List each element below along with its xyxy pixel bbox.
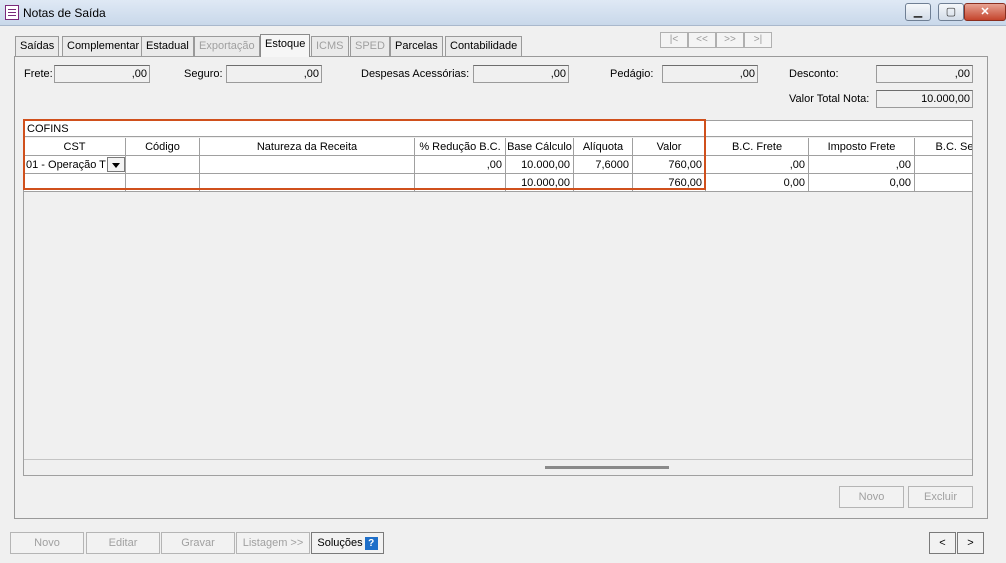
novo-button[interactable]: Novo	[10, 532, 84, 554]
col-header-imposto-frete[interactable]: Imposto Frete	[809, 138, 915, 156]
total-bc-seguro	[915, 174, 972, 192]
total-reducao	[415, 174, 506, 192]
cell-reducao[interactable]: ,00	[415, 156, 506, 174]
total-valor: 760,00	[633, 174, 706, 192]
document-icon	[5, 5, 19, 20]
col-header-bc-frete[interactable]: B.C. Frete	[706, 138, 809, 156]
next-record-button[interactable]: >>	[716, 32, 744, 48]
chevron-down-icon[interactable]	[107, 157, 125, 172]
next-button[interactable]: >	[957, 532, 984, 554]
valor-total-label: Valor Total Nota:	[789, 93, 870, 105]
col-header-natureza[interactable]: Natureza da Receita	[200, 138, 415, 156]
total-base-calculo: 10.000,00	[506, 174, 574, 192]
cell-bc-frete[interactable]: ,00	[706, 156, 809, 174]
grid-novo-button[interactable]: Novo	[839, 486, 904, 508]
despesas-label: Despesas Acessórias:	[361, 68, 470, 80]
cst-select-value: 01 - Operação T	[26, 159, 106, 171]
total-bc-frete: 0,00	[706, 174, 809, 192]
total-imposto-frete: 0,00	[809, 174, 915, 192]
cell-cst[interactable]: 01 - Operação T	[24, 156, 126, 174]
editar-button[interactable]: Editar	[86, 532, 160, 554]
tab-estoque[interactable]: Estoque	[260, 34, 311, 57]
maximize-button[interactable]: ▢	[938, 3, 964, 21]
tab-icms[interactable]: ICMS	[311, 36, 349, 56]
first-record-button[interactable]: |<	[660, 32, 688, 48]
horizontal-scrollbar[interactable]	[545, 466, 669, 469]
col-header-cst[interactable]: CST	[24, 138, 126, 156]
valor-total-field: 10.000,00	[876, 90, 973, 108]
col-header-aliquota[interactable]: Alíquota	[574, 138, 633, 156]
tab-complementar[interactable]: Complementar	[62, 36, 145, 56]
pedagio-label: Pedágio:	[610, 68, 654, 80]
col-header-valor[interactable]: Valor	[633, 138, 706, 156]
total-codigo	[126, 174, 200, 192]
total-aliquota	[574, 174, 633, 192]
cell-bc-seguro[interactable]	[915, 156, 972, 174]
total-cst	[24, 174, 126, 192]
grid-excluir-button[interactable]: Excluir	[908, 486, 973, 508]
tab-parcelas[interactable]: Parcelas	[390, 36, 443, 56]
cell-codigo[interactable]	[126, 156, 200, 174]
col-header-base-calculo[interactable]: Base Cálculo	[506, 138, 574, 156]
frete-label: Frete:	[24, 68, 53, 80]
tab-sped[interactable]: SPED	[350, 36, 390, 56]
cell-aliquota[interactable]: 7,6000	[574, 156, 633, 174]
total-natureza	[200, 174, 415, 192]
despesas-field[interactable]: ,00	[473, 65, 569, 83]
minimize-button[interactable]: ▁	[905, 3, 931, 21]
seguro-label: Seguro:	[184, 68, 223, 80]
last-record-button[interactable]: >|	[744, 32, 772, 48]
col-header-bc-seguro[interactable]: B.C. Se	[915, 138, 972, 156]
previous-record-button[interactable]: <<	[688, 32, 716, 48]
solucoes-button[interactable]: Soluções?	[311, 532, 384, 554]
gravar-button[interactable]: Gravar	[161, 532, 235, 554]
cell-valor[interactable]: 760,00	[633, 156, 706, 174]
cell-imposto-frete[interactable]: ,00	[809, 156, 915, 174]
tab-exportacao[interactable]: Exportação	[194, 36, 260, 56]
grid-divider	[24, 459, 972, 460]
desconto-label: Desconto:	[789, 68, 839, 80]
cell-natureza[interactable]	[200, 156, 415, 174]
listagem-button[interactable]: Listagem >>	[236, 532, 310, 554]
help-icon: ?	[364, 536, 378, 550]
seguro-field[interactable]: ,00	[226, 65, 322, 83]
title-bar: Notas de Saída ▁ ▢ ✕	[0, 0, 1006, 26]
pedagio-field[interactable]: ,00	[662, 65, 758, 83]
tab-saidas[interactable]: Saídas	[15, 36, 60, 56]
frete-field[interactable]: ,00	[54, 65, 150, 83]
window-title: Notas de Saída	[23, 6, 106, 20]
tab-contabilidade[interactable]: Contabilidade	[445, 36, 523, 56]
close-button[interactable]: ✕	[964, 3, 1006, 21]
col-header-reducao[interactable]: % Redução B.C.	[415, 138, 506, 156]
desconto-field[interactable]: ,00	[876, 65, 973, 83]
solucoes-label: Soluções	[317, 537, 363, 549]
cofins-grid: COFINS CST Código Natureza da Receita % …	[23, 120, 973, 476]
previous-button[interactable]: <	[929, 532, 956, 554]
col-header-codigo[interactable]: Código	[126, 138, 200, 156]
grid-title: COFINS	[24, 121, 972, 137]
tab-estadual[interactable]: Estadual	[141, 36, 194, 56]
cell-base-calculo[interactable]: 10.000,00	[506, 156, 574, 174]
